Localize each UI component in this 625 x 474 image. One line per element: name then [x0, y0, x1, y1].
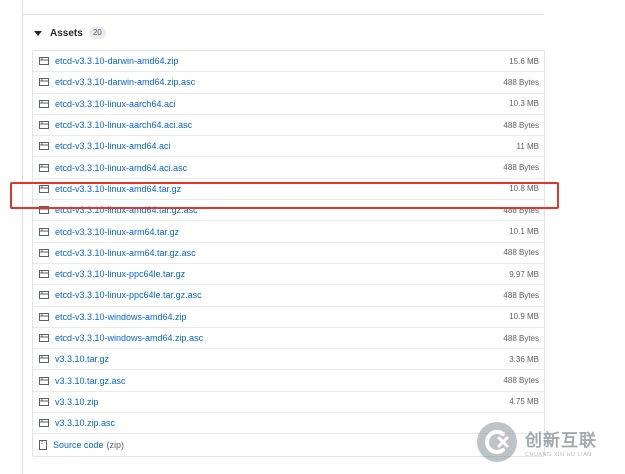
asset-row[interactable]: etcd-v3.3.10-darwin-amd64.zip.asc 488 By… [33, 72, 544, 94]
package-icon [39, 248, 49, 257]
asset-size: 11 MB [516, 141, 539, 151]
asset-row[interactable]: etcd-v3.3.10-linux-ppc64le.tar.gz.asc 48… [33, 285, 544, 307]
asset-row[interactable]: etcd-v3.3.10-linux-ppc64le.tar.gz 9.97 M… [33, 264, 544, 286]
asset-row[interactable]: v3.3.10.zip 4.75 MB [33, 392, 544, 414]
package-icon [39, 78, 49, 87]
watermark-text: 创新互联 CHUANG XIN HU LIAN [525, 426, 597, 458]
asset-size: 488 Bytes [503, 248, 539, 258]
asset-row[interactable]: v3.3.10.tar.gz.asc 488 Bytes [33, 370, 544, 392]
asset-row[interactable]: etcd-v3.3.10-darwin-amd64.zip 15.6 MB [33, 51, 544, 73]
asset-link[interactable]: etcd-v3.3.10-darwin-amd64.zip [55, 56, 509, 66]
asset-row[interactable]: etcd-v3.3.10-windows-amd64.zip.asc 488 B… [33, 328, 544, 350]
asset-size: 488 Bytes [503, 163, 539, 173]
asset-row[interactable]: etcd-v3.3.10-linux-aarch64.aci 10.3 MB [33, 94, 544, 115]
asset-link[interactable]: etcd-v3.3.10-linux-amd64.aci [55, 141, 516, 151]
asset-link[interactable]: etcd-v3.3.10-linux-amd64.aci.asc [55, 163, 503, 173]
top-divider [22, 14, 544, 15]
asset-size: 488 Bytes [503, 120, 539, 130]
asset-link[interactable]: etcd-v3.3.10-linux-aarch64.aci.asc [55, 120, 503, 130]
asset-link[interactable]: etcd-v3.3.10-linux-arm64.tar.gz.asc [55, 248, 503, 258]
asset-size: 10.9 MB [509, 312, 539, 322]
package-icon [39, 376, 49, 385]
asset-row[interactable]: v3.3.10.zip.asc [33, 413, 544, 435]
triangle-down-icon [34, 30, 42, 36]
package-icon [39, 312, 49, 321]
source-code-link[interactable]: Source code (zip) [53, 440, 539, 450]
asset-size: 488 Bytes [503, 290, 539, 300]
left-divider [22, 0, 23, 474]
package-icon [39, 121, 49, 130]
asset-link[interactable]: v3.3.10.tar.gz [55, 354, 509, 364]
watermark: 创新互联 CHUANG XIN HU LIAN [475, 416, 621, 468]
assets-count-badge: 20 [88, 27, 106, 39]
asset-link[interactable]: etcd-v3.3.10-linux-aarch64.aci [55, 99, 509, 109]
source-code-row[interactable]: Source code (zip) [33, 434, 544, 455]
highlight-annotation [10, 182, 559, 209]
asset-link[interactable]: etcd-v3.3.10-linux-ppc64le.tar.gz [55, 269, 509, 279]
package-icon [39, 163, 49, 172]
asset-link[interactable]: etcd-v3.3.10-darwin-amd64.zip.asc [55, 77, 503, 87]
source-code-format: (zip) [106, 439, 125, 450]
watermark-main: 创新互联 [525, 431, 597, 450]
package-icon [39, 355, 49, 364]
watermark-sub: CHUANG XIN HU LIAN [525, 452, 592, 458]
asset-size: 10.1 MB [509, 227, 539, 237]
asset-row[interactable]: etcd-v3.3.10-linux-arm64.tar.gz.asc 488 … [33, 243, 544, 264]
package-icon [39, 142, 49, 151]
asset-link[interactable]: v3.3.10.tar.gz.asc [55, 376, 503, 386]
package-icon [39, 57, 49, 66]
asset-row[interactable]: etcd-v3.3.10-linux-arm64.tar.gz 10.1 MB [33, 221, 544, 243]
asset-size: 488 Bytes [503, 376, 539, 386]
package-icon [39, 99, 49, 108]
asset-size: 10.3 MB [509, 99, 539, 109]
asset-link[interactable]: etcd-v3.3.10-linux-ppc64le.tar.gz.asc [55, 290, 503, 300]
asset-link[interactable]: etcd-v3.3.10-linux-arm64.tar.gz [55, 227, 509, 237]
package-icon [39, 270, 49, 279]
brand-logo-icon [477, 422, 517, 462]
source-code-label: Source code [53, 439, 104, 450]
asset-size: 9.97 MB [509, 269, 539, 279]
assets-label: Assets [50, 27, 83, 39]
asset-size: 3.36 MB [509, 354, 539, 364]
asset-link[interactable]: etcd-v3.3.10-windows-amd64.zip [55, 312, 509, 322]
asset-row[interactable]: etcd-v3.3.10-linux-amd64.aci.asc 488 Byt… [33, 157, 544, 179]
asset-link[interactable]: v3.3.10.zip [55, 397, 509, 407]
package-icon [39, 291, 49, 300]
file-zip-icon [39, 439, 47, 450]
package-icon [39, 334, 49, 342]
asset-row[interactable]: etcd-v3.3.10-windows-amd64.zip 10.9 MB [33, 307, 544, 328]
asset-size: 15.6 MB [509, 56, 539, 66]
asset-size: 488 Bytes [503, 333, 539, 343]
assets-list: etcd-v3.3.10-darwin-amd64.zip 15.6 MB et… [32, 50, 545, 457]
package-icon [39, 397, 49, 406]
asset-row[interactable]: etcd-v3.3.10-linux-amd64.aci 11 MB [33, 136, 544, 158]
package-icon [39, 227, 49, 236]
asset-link[interactable]: etcd-v3.3.10-windows-amd64.zip.asc [55, 333, 503, 343]
asset-row[interactable]: etcd-v3.3.10-linux-aarch64.aci.asc 488 B… [33, 115, 544, 137]
asset-size: 4.75 MB [509, 397, 539, 407]
package-icon [39, 419, 49, 428]
assets-toggle[interactable]: Assets 20 [34, 26, 106, 40]
asset-link[interactable]: v3.3.10.zip.asc [55, 418, 539, 428]
asset-row[interactable]: v3.3.10.tar.gz 3.36 MB [33, 349, 544, 371]
asset-size: 488 Bytes [503, 77, 539, 87]
